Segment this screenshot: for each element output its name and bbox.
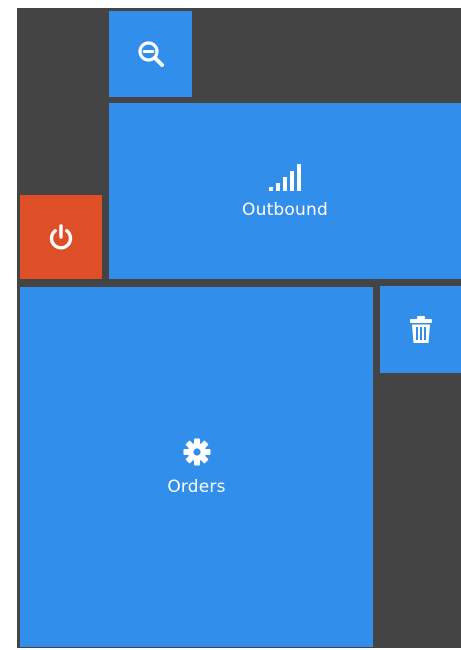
outbound-tile[interactable]: Outbound	[109, 103, 461, 279]
outbound-label: Outbound	[242, 200, 328, 220]
orders-label: Orders	[167, 477, 226, 497]
power-icon	[46, 222, 76, 252]
power-tile[interactable]	[20, 195, 102, 279]
signal-bars-icon	[267, 162, 303, 192]
orders-tile[interactable]: Orders	[20, 287, 373, 647]
tile-grid: Outbound Orders	[17, 8, 461, 648]
trash-tile[interactable]	[380, 286, 461, 373]
trash-icon	[408, 315, 434, 345]
zoom-out-icon	[136, 39, 166, 69]
zoom-out-tile[interactable]	[109, 11, 192, 97]
gear-icon	[182, 437, 212, 467]
